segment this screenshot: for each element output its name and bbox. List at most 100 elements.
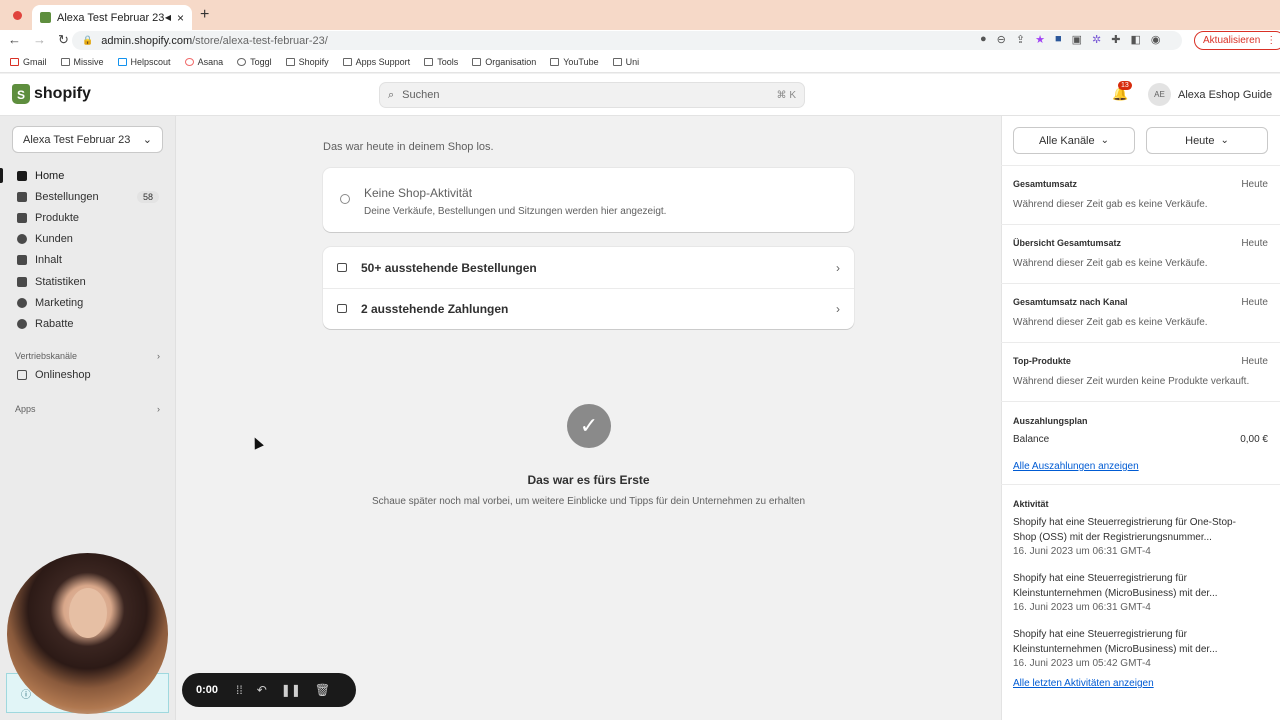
activity-date: 16. Juni 2023 um 05:42 GMT-4 [1013,658,1151,669]
insight-period: Heute [1241,179,1268,190]
bookmark-asana[interactable]: Asana [184,57,223,67]
avatar[interactable]: AE [1148,83,1171,106]
puzzle-icon[interactable]: ✚ [1111,33,1120,46]
info-icon: ⓘ [21,690,31,701]
bookmark-folder-organisation[interactable]: Organisation [472,57,536,67]
sidebar-item-marketing[interactable]: Marketing [0,292,176,313]
activity-text: Shopify hat eine Steuerregistrierung für… [1013,517,1236,543]
bookmark-folder-apps-support[interactable]: Apps Support [342,57,410,67]
close-tab-icon[interactable]: × [177,11,184,25]
shopify-favicon-icon [40,12,51,23]
sidebar-item-customers[interactable]: Kunden [0,229,176,250]
insight-total-sales[interactable]: Gesamtumsatz Heute Während dieser Zeit g… [1001,165,1280,224]
reload-icon[interactable]: ↻ [58,32,69,48]
search-input[interactable]: ⌕ Suchen ⌘ K [379,82,805,108]
sales-channels-label: Vertriebskanäle [15,351,78,361]
done-subtitle: Schaue später noch mal vorbei, um weiter… [371,496,806,507]
url-host: admin.shopify.com [101,34,193,47]
bookmark-folder-youtube[interactable]: YouTube [550,57,599,67]
balance-label: Balance [1013,434,1050,445]
no-activity-card: Keine Shop-Aktivität Deine Verkäufe, Bes… [323,168,854,232]
store-icon [17,370,27,380]
sidebar-item-discounts[interactable]: Rabatte [0,313,176,334]
pending-orders-label: 50+ ausstehende Bestellungen [361,260,537,275]
url-path: /store/alexa-test-februar-23/ [192,34,328,47]
sidepanel-icon[interactable]: ◧ [1130,33,1140,46]
microphone-icon[interactable]: ● [980,33,987,46]
update-button[interactable]: Aktualisieren ⋮ [1194,31,1280,50]
bookmark-gmail[interactable]: Gmail [10,57,47,67]
profile-icon[interactable]: ◉ [1151,33,1161,46]
bookmark-helpscout[interactable]: Helpscout [117,57,171,67]
grid-icon[interactable]: ⁞⁞ [236,683,243,697]
sales-channels-section[interactable]: Vertriebskanäle › [15,351,160,361]
insight-top-products[interactable]: Top-Produkte Heute Während dieser Zeit w… [1001,342,1280,401]
sidebar-item-label: Kunden [35,233,73,246]
insight-sales-overview[interactable]: Übersicht Gesamtumsatz Heute Während die… [1001,224,1280,283]
bookmark-folder-tools[interactable]: Tools [424,57,458,67]
zoom-icon[interactable]: ⊖ [997,33,1006,46]
pending-orders-row[interactable]: 50+ ausstehende Bestellungen › [323,247,854,288]
channel-filter-dropdown[interactable]: Alle Kanäle ⌄ [1013,127,1135,154]
user-name[interactable]: Alexa Eshop Guide [1178,89,1272,101]
new-tab-icon[interactable]: + [200,6,209,24]
insight-sales-by-channel[interactable]: Gesamtumsatz nach Kanal Heute Während di… [1001,283,1280,342]
sidebar-item-orders[interactable]: Bestellungen 58 [0,186,176,207]
share-icon[interactable]: ⇪ [1016,33,1025,46]
insight-message: Während dieser Zeit gab es keine Verkäuf… [1013,317,1208,328]
chevron-down-icon: ⌄ [1220,135,1229,146]
notification-count: 13 [1118,81,1132,90]
forward-icon[interactable]: → [33,32,46,48]
insight-message: Während dieser Zeit gab es keine Verkäuf… [1013,199,1208,210]
store-selector[interactable]: Alexa Test Februar 23 ⌄ [12,126,163,153]
back-icon[interactable]: ← [8,32,21,48]
insight-period: Heute [1241,238,1268,249]
sidebar-item-home[interactable]: Home [0,165,176,186]
bookmark-folder-uni[interactable]: Uni [612,57,639,67]
sidebar-item-label: Home [35,169,65,182]
insight-title: Gesamtumsatz nach Kanal [1013,297,1128,307]
undo-icon[interactable]: ↶ [257,683,267,697]
insight-message: Während dieser Zeit wurden keine Produkt… [1013,376,1250,387]
bookmark-star-icon[interactable]: ★ [1035,33,1045,46]
extension-icon[interactable]: ■ [1055,33,1062,46]
notifications-button[interactable]: 🔔 13 [1112,81,1132,102]
sidebar-item-label: Bestellungen [35,190,99,203]
search-shortcut: ⌘ K [776,89,796,101]
bookmark-toggl[interactable]: Toggl [237,57,272,67]
extension-icon[interactable]: ▣ [1072,33,1082,46]
bookmark-missive[interactable]: Missive [60,57,104,67]
tag-icon [17,212,27,223]
no-activity-title: Keine Shop-Aktivität [364,186,473,200]
inbox-icon [337,263,347,272]
browser-tab[interactable]: Alexa Test Februar 23 · Ho ◀ × [32,5,192,30]
pending-payments-label: 2 ausstehende Zahlungen [361,301,509,316]
activity-item[interactable]: Shopify hat eine Steuerregistrierung für… [1013,516,1258,560]
trash-icon[interactable]: 🗑 [315,683,330,697]
menu-icon: ⋮ [1266,35,1277,46]
apps-section[interactable]: Apps › [15,404,160,414]
done-title: Das war es fürs Erste [527,473,650,487]
pause-icon[interactable]: ❚❚ [281,683,301,697]
activity-item[interactable]: Shopify hat eine Steuerregistrierung für… [1013,628,1258,672]
webcam-overlay [7,553,168,714]
sidebar-item-online-store[interactable]: Onlineshop [17,369,91,381]
sidebar-item-analytics[interactable]: Statistiken [0,271,176,292]
shopify-bag-icon: S [12,84,30,104]
sidebar-item-content[interactable]: Inhalt [0,250,176,271]
all-activity-link[interactable]: Alle letzten Aktivitäten anzeigen [1013,678,1154,689]
no-activity-subtitle: Deine Verkäufe, Bestellungen und Sitzung… [364,206,667,217]
bookmark-folder-shopify[interactable]: Shopify [285,57,329,67]
activity-icon [340,194,350,204]
activity-item[interactable]: Shopify hat eine Steuerregistrierung für… [1013,572,1258,616]
speaker-icon: ◀ [164,13,171,22]
shopify-logo[interactable]: Sshopify [12,84,91,104]
bar-chart-icon [17,276,27,287]
sidebar-item-products[interactable]: Produkte [0,207,176,228]
insight-period: Heute [1241,356,1268,367]
today-summary-text: Das war heute in deinem Shop los. [323,141,494,153]
all-payouts-link[interactable]: Alle Auszahlungen anzeigen [1013,461,1139,472]
period-filter-dropdown[interactable]: Heute ⌄ [1146,127,1268,154]
pending-payments-row[interactable]: 2 ausstehende Zahlungen › [323,288,854,329]
extension-icon[interactable]: ✲ [1092,33,1101,46]
